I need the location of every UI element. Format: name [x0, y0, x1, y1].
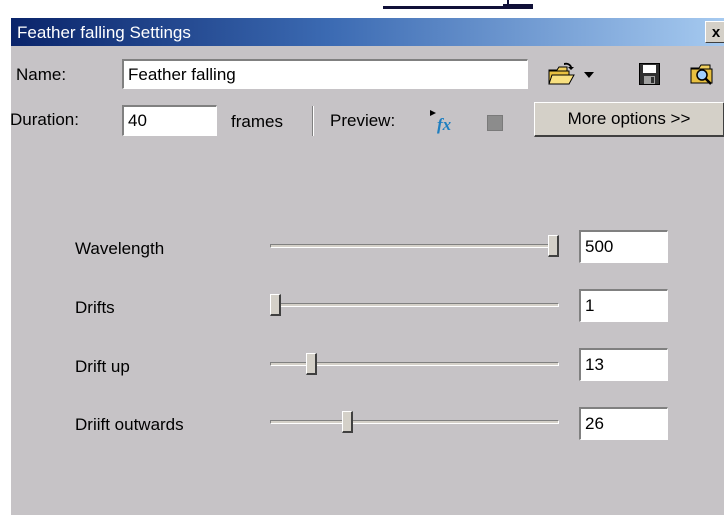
save-disk-icon[interactable]	[639, 63, 660, 85]
name-label: Name:	[16, 65, 67, 84]
svg-text:fx: fx	[437, 115, 452, 134]
preview-label: Preview:	[330, 111, 396, 130]
drift-outwards-slider-thumb[interactable]	[342, 411, 354, 433]
drifts-value-field[interactable]	[579, 289, 668, 322]
wavelength-slider-thumb[interactable]	[548, 235, 559, 257]
find-icon[interactable]	[690, 61, 716, 87]
close-button[interactable]: x	[705, 21, 724, 43]
drifts-label: Drifts	[75, 298, 115, 317]
drift-up-value-field[interactable]	[579, 348, 668, 381]
drift-outwards-slider-track[interactable]	[270, 420, 559, 424]
drift-up-slider-thumb[interactable]	[306, 353, 318, 375]
wavelength-label: Wavelength	[75, 239, 165, 258]
stop-icon[interactable]	[487, 115, 503, 131]
title-bar[interactable]: Feather falling Settings x	[11, 18, 724, 46]
drifts-slider-thumb[interactable]	[270, 294, 281, 316]
name-field[interactable]	[122, 59, 528, 89]
background-window-edge	[383, 0, 538, 10]
wavelength-value-field[interactable]	[579, 230, 668, 263]
wavelength-slider-track[interactable]	[270, 244, 559, 248]
drift-outwards-label: Driift outwards	[75, 415, 184, 434]
toolbar-separator	[312, 106, 314, 136]
drift-up-label: Drift up	[75, 357, 130, 376]
more-options-button[interactable]: More options >>	[534, 102, 724, 137]
settings-dialog: Feather falling Settings x Name: Duratio…	[10, 18, 724, 515]
dropdown-arrow-icon[interactable]	[584, 72, 594, 79]
play-fx-icon[interactable]: fx	[428, 108, 458, 134]
drifts-slider-track[interactable]	[270, 303, 559, 307]
duration-field[interactable]	[122, 105, 217, 136]
window-title: Feather falling Settings	[17, 23, 191, 42]
open-folder-icon[interactable]	[547, 62, 577, 88]
duration-label: Duration:	[10, 110, 79, 129]
frames-unit-label: frames	[231, 112, 283, 131]
drift-outwards-value-field[interactable]	[579, 407, 668, 440]
